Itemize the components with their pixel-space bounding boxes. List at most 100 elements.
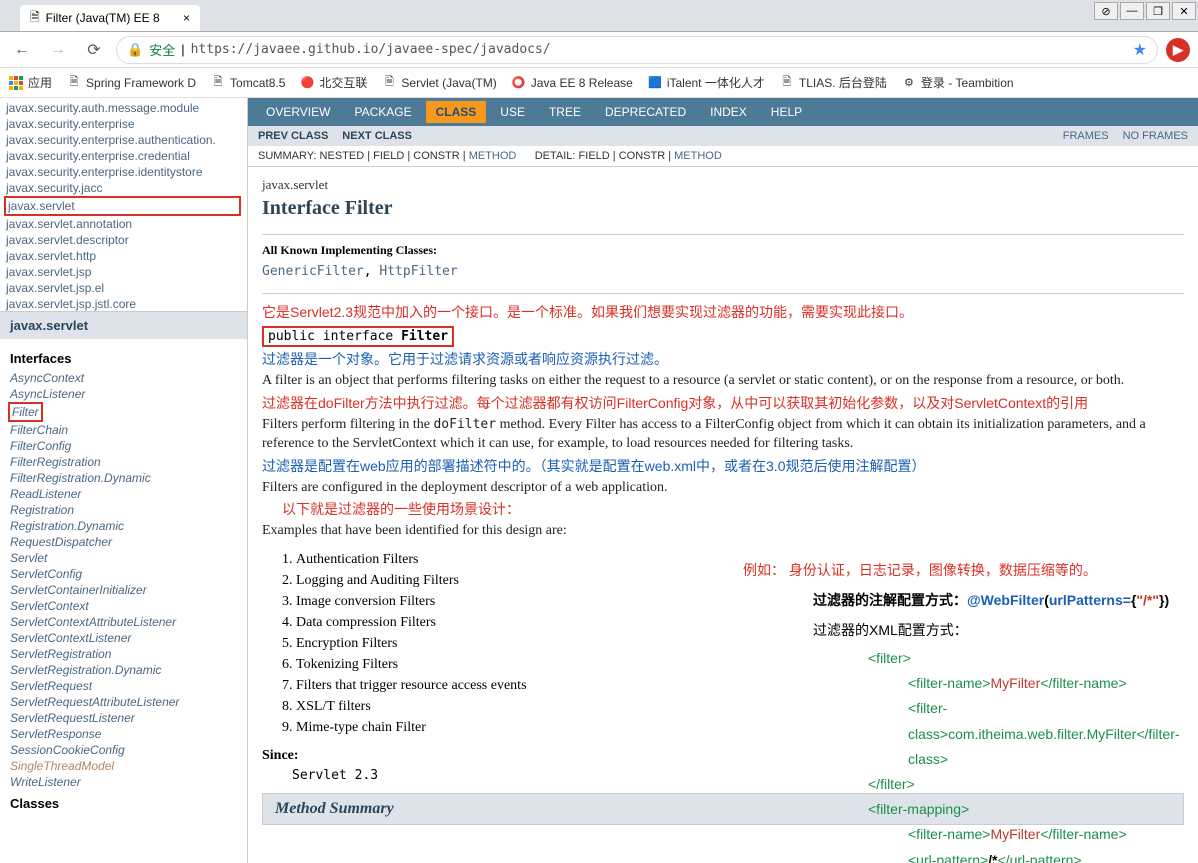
package-link[interactable]: javax.servlet — [4, 196, 241, 216]
bookmark-item[interactable]: ⭕Java EE 8 Release — [511, 75, 633, 91]
interface-link[interactable]: ServletRequest — [10, 678, 237, 694]
interface-link[interactable]: FilterChain — [10, 422, 237, 438]
bookmark-label: Spring Framework D — [86, 76, 196, 90]
annotation-red: 它是Servlet2.3规范中加入的一个接口。是一个标准。如果我们想要实现过滤器… — [262, 302, 1184, 322]
bookmark-item[interactable]: 🗎Tomcat8.5 — [210, 75, 285, 91]
close-button[interactable]: ✕ — [1172, 2, 1196, 20]
nav-overview[interactable]: OVERVIEW — [256, 101, 340, 123]
interfaces-heading: Interfaces — [10, 351, 237, 366]
interface-link[interactable]: FilterRegistration — [10, 454, 237, 470]
summary-method-link[interactable]: METHOD — [469, 150, 517, 162]
noframes-link[interactable]: NO FRAMES — [1123, 130, 1188, 142]
bookmark-item[interactable]: 🗎Servlet (Java(TM) — [381, 75, 496, 91]
main-frame[interactable]: OVERVIEWPACKAGECLASSUSETREEDEPRECATEDIND… — [248, 98, 1198, 863]
url-bar[interactable]: 🔒 安全 | https://javaee.github.io/javaee-s… — [116, 36, 1158, 64]
description: A filter is an object that performs filt… — [262, 371, 1184, 391]
nav-help[interactable]: HELP — [761, 101, 812, 123]
next-class-link[interactable]: NEXT CLASS — [342, 130, 412, 142]
interface-link[interactable]: ServletContextListener — [10, 630, 237, 646]
summary-line: SUMMARY: NESTED | FIELD | CONSTR | METHO… — [248, 146, 1198, 167]
back-button[interactable]: ← — [8, 36, 36, 64]
frames-link[interactable]: FRAMES — [1063, 130, 1109, 142]
package-link[interactable]: javax.security.enterprise.authentication… — [6, 132, 241, 148]
package-link[interactable]: javax.security.enterprise — [6, 116, 241, 132]
interface-link[interactable]: ServletRequestAttributeListener — [10, 694, 237, 710]
reload-button[interactable]: ⟳ — [80, 36, 108, 64]
forward-button[interactable]: → — [44, 36, 72, 64]
package-name: javax.servlet — [262, 177, 1184, 193]
detail-method-link[interactable]: METHOD — [674, 150, 722, 162]
bookmark-item[interactable]: 🔴北交互联 — [299, 74, 367, 91]
package-link[interactable]: javax.servlet.jsp — [6, 264, 241, 280]
prev-class-link[interactable]: PREV CLASS — [258, 130, 328, 142]
interface-link[interactable]: Filter — [8, 402, 43, 422]
annotation-red: 例如： 身份认证，日志记录，图像转换，数据压缩等的。 — [743, 560, 1097, 580]
minimize-button[interactable]: — — [1120, 2, 1144, 20]
browser-tab[interactable]: 🗎 Filter (Java(TM) EE 8 × — [20, 5, 200, 31]
known-class-link[interactable]: GenericFilter — [262, 264, 364, 279]
class-list-frame[interactable]: javax.servlet Interfaces AsyncContextAsy… — [0, 312, 247, 863]
package-link[interactable]: javax.servlet.annotation — [6, 216, 241, 232]
interface-link[interactable]: Servlet — [10, 550, 237, 566]
interface-link[interactable]: FilterRegistration.Dynamic — [10, 470, 237, 486]
package-link[interactable]: javax.security.jacc — [6, 180, 241, 196]
interface-link[interactable]: AsyncListener — [10, 386, 237, 402]
interface-link[interactable]: SingleThreadModel — [10, 758, 237, 774]
interface-link[interactable]: ServletContext — [10, 598, 237, 614]
package-link[interactable]: javax.servlet.jsp.el — [6, 280, 241, 296]
tab-title: Filter (Java(TM) EE 8 — [46, 11, 160, 25]
bookmark-item[interactable]: ⚙登录 - Teambition — [901, 74, 1014, 91]
url-text: https://javaee.github.io/javaee-spec/jav… — [191, 42, 551, 57]
package-list-frame[interactable]: javax.security.auth.message.modulejavax.… — [0, 98, 247, 312]
nav-index[interactable]: INDEX — [700, 101, 757, 123]
bookmark-label: 应用 — [28, 74, 52, 91]
package-link[interactable]: javax.servlet.jsp.jstl.core — [6, 296, 241, 312]
bookmark-item[interactable]: 应用 — [8, 74, 52, 91]
tab-close-icon[interactable]: × — [183, 11, 190, 25]
interface-link[interactable]: ServletRequestListener — [10, 710, 237, 726]
interface-link[interactable]: ServletContainerInitializer — [10, 582, 237, 598]
interface-link[interactable]: WriteListener — [10, 774, 237, 790]
maximize-button[interactable]: ❐ — [1146, 2, 1170, 20]
nav-package[interactable]: PACKAGE — [344, 101, 421, 123]
interface-link[interactable]: SessionCookieConfig — [10, 742, 237, 758]
nav-deprecated[interactable]: DEPRECATED — [595, 101, 696, 123]
known-class-link[interactable]: HttpFilter — [379, 264, 457, 279]
bookmark-icon: 🟦 — [647, 75, 663, 91]
interface-link[interactable]: ServletContextAttributeListener — [10, 614, 237, 630]
interface-link[interactable]: ServletConfig — [10, 566, 237, 582]
bookmark-icon: 🔴 — [299, 75, 315, 91]
bookmark-icon: 🗎 — [779, 75, 795, 91]
interface-link[interactable]: ReadListener — [10, 486, 237, 502]
interface-link[interactable]: AsyncContext — [10, 370, 237, 386]
package-link[interactable]: javax.security.auth.message.module — [6, 100, 241, 116]
interface-link[interactable]: ServletRegistration — [10, 646, 237, 662]
bookmark-label: TLIAS. 后台登陆 — [799, 74, 887, 91]
bookmark-item[interactable]: 🟦iTalent 一体化人才 — [647, 74, 765, 91]
extension-icon[interactable]: ▶ — [1166, 38, 1190, 62]
nav-use[interactable]: USE — [490, 101, 535, 123]
sub-nav: PREV CLASS NEXT CLASS FRAMES NO FRAMES — [248, 126, 1198, 146]
interface-link[interactable]: ServletRegistration.Dynamic — [10, 662, 237, 678]
interface-link[interactable]: FilterConfig — [10, 438, 237, 454]
bookmark-star-icon[interactable]: ★ — [1133, 40, 1147, 60]
interface-link[interactable]: RequestDispatcher — [10, 534, 237, 550]
package-link[interactable]: javax.servlet.descriptor — [6, 232, 241, 248]
xml-config: <filter> <filter-name>MyFilter</filter-n… — [868, 646, 1198, 863]
nav-tree[interactable]: TREE — [539, 101, 591, 123]
package-link[interactable]: javax.security.enterprise.credential — [6, 148, 241, 164]
package-link[interactable]: javax.security.enterprise.identitystore — [6, 164, 241, 180]
known-classes-list: GenericFilter, HttpFilter — [262, 264, 1184, 279]
known-classes-label: All Known Implementing Classes: — [262, 243, 1184, 258]
interface-link[interactable]: Registration.Dynamic — [10, 518, 237, 534]
nav-class[interactable]: CLASS — [426, 101, 487, 123]
interface-link[interactable]: ServletResponse — [10, 726, 237, 742]
bookmark-icon: ⭕ — [511, 75, 527, 91]
interface-link[interactable]: Registration — [10, 502, 237, 518]
bookmark-item[interactable]: 🗎TLIAS. 后台登陆 — [779, 74, 887, 91]
bookmark-item[interactable]: 🗎Spring Framework D — [66, 75, 196, 91]
user-icon[interactable]: ⊘ — [1094, 2, 1118, 20]
tab-strip: 🗎 Filter (Java(TM) EE 8 × — [0, 0, 1198, 32]
package-link[interactable]: javax.servlet.http — [6, 248, 241, 264]
bookmark-label: 北交互联 — [319, 74, 367, 91]
